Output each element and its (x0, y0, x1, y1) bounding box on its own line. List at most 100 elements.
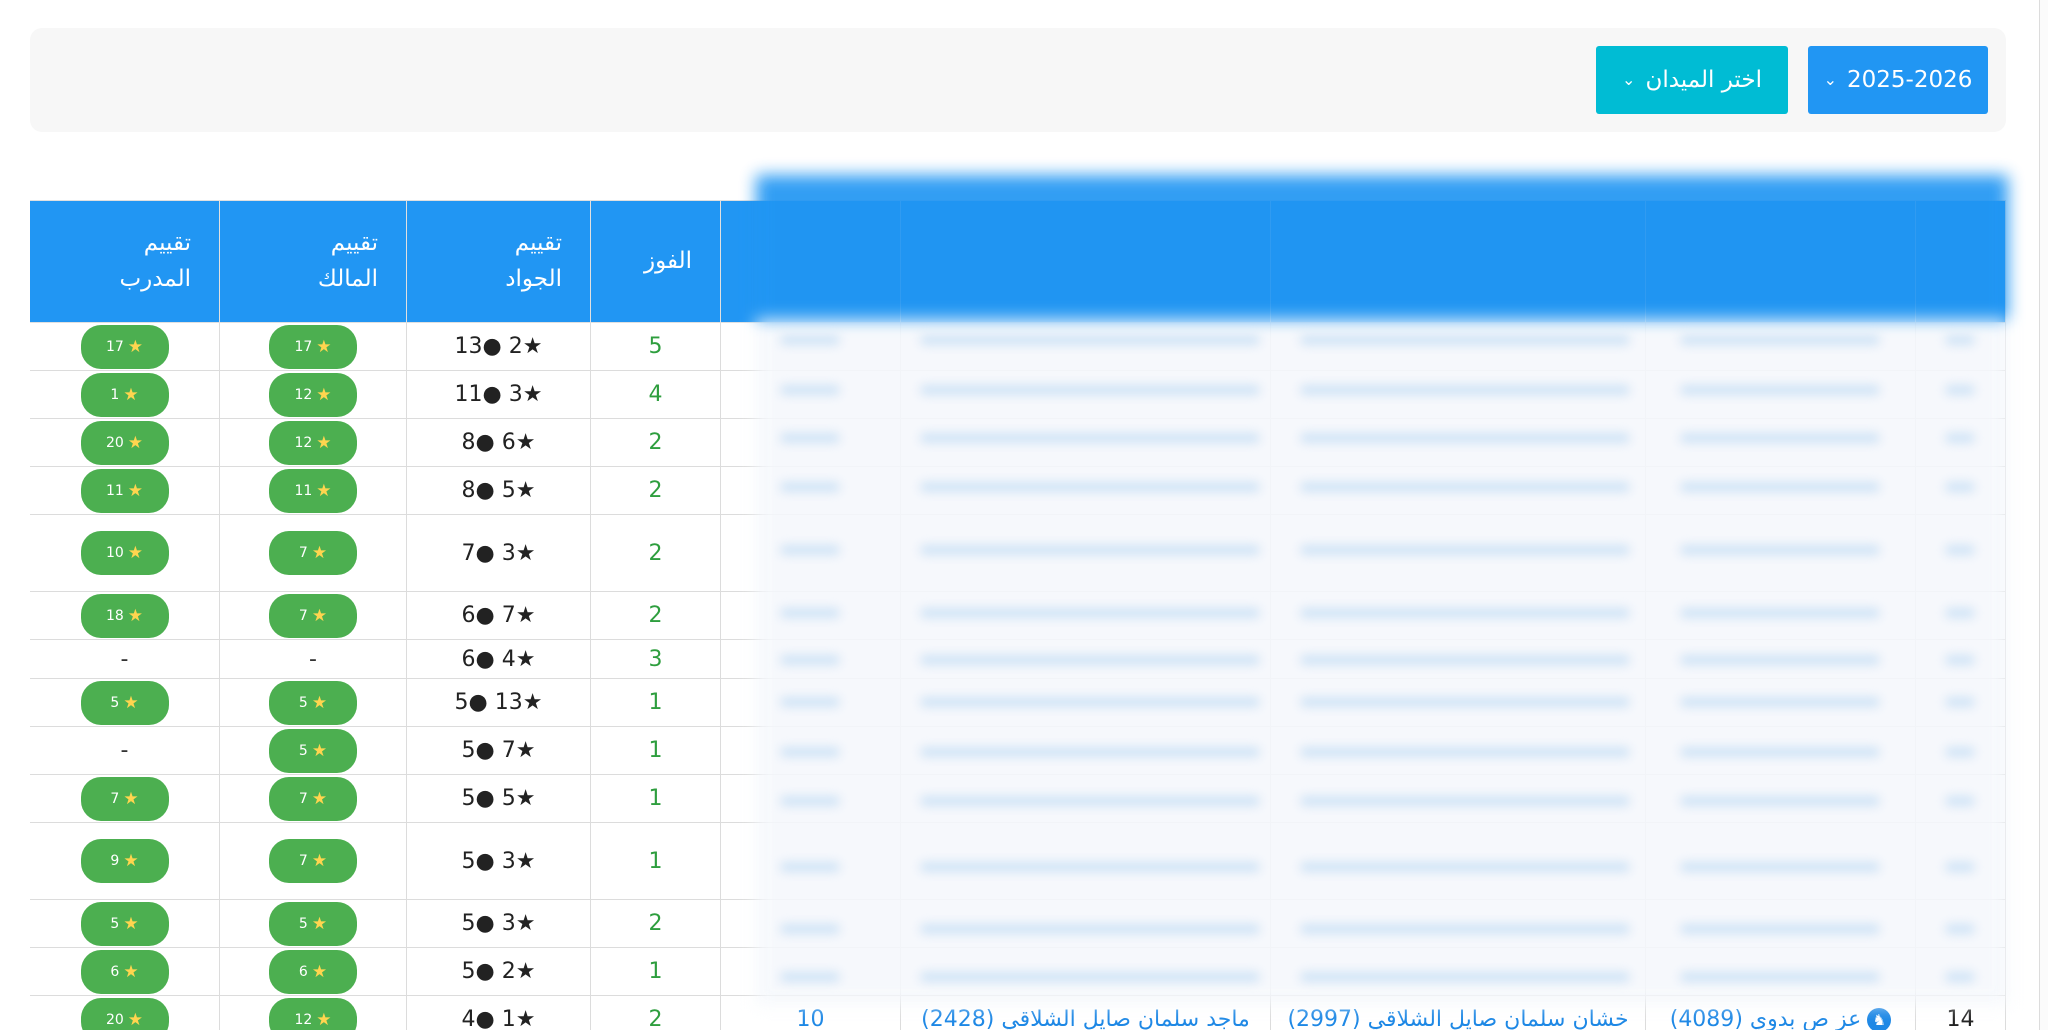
star-icon: ★ (311, 543, 328, 563)
wins-value: 1 (648, 690, 663, 715)
field-dropdown-button[interactable]: اختر الميدان ⌄ (1596, 46, 1788, 114)
rank-cell: 14 (1915, 995, 2006, 1030)
rating-value: 11 (105, 482, 124, 499)
blurred-text (780, 608, 840, 618)
rank-cell (1915, 822, 2006, 900)
wins-value: 4 (648, 382, 663, 407)
star-icon: ★ (311, 740, 328, 761)
rating-value: 10 (105, 545, 124, 561)
blurred-text (1945, 697, 1975, 707)
horse-rating-value: 6● 7★ (461, 603, 536, 628)
wins-value: 2 (648, 603, 663, 628)
trainer-rating-cell: 11 ★ (30, 466, 220, 515)
wins-cell: 2 (590, 466, 721, 515)
horse-profile-icon[interactable]: ♞ (1867, 1008, 1892, 1030)
blurred-text (1300, 924, 1630, 934)
horse-rating-cell: 11● 3★ (406, 370, 591, 419)
blurred-text (920, 433, 1260, 443)
horse-rating-cell: 5● 2★ (406, 947, 591, 996)
trainer-rating-badge: 9 ★ (80, 839, 169, 883)
owner-rating-cell: 12 ★ (219, 370, 407, 419)
horse-rating-value: 11● 3★ (454, 382, 543, 407)
empty-rating: - (309, 646, 317, 672)
blurred-text (780, 796, 840, 806)
trainer-cell[interactable]: ماجد سلمان صايل الشلاقي (2428) (900, 995, 1271, 1030)
blurred-text (1945, 655, 1975, 665)
horse-rating-value: 4● 1★ (461, 1007, 536, 1030)
trainer-rating-badge: 7 ★ (80, 776, 169, 821)
wins-value: 1 (648, 738, 663, 763)
blurred-text (1680, 697, 1880, 707)
wins-value: 2 (648, 430, 663, 455)
horse-cell (1645, 822, 1916, 900)
blurred-text (1680, 482, 1880, 492)
owner-cell[interactable]: خشان سلمان صايل الشلاقي (2997) (1270, 995, 1646, 1030)
rank-value: 14 (1946, 1007, 1975, 1030)
header-horse (1645, 200, 1916, 323)
header-runs (720, 200, 901, 323)
star-icon: ★ (311, 961, 328, 982)
horse-cell[interactable]: ♞عز ص بدوي (4089) (1645, 995, 1916, 1030)
horse-rating-cell: 8● 5★ (406, 466, 591, 515)
star-icon: ★ (311, 692, 328, 713)
wins-value: 2 (648, 540, 663, 566)
header-rank (1915, 200, 2006, 323)
blurred-text (780, 433, 840, 443)
blurred-text (1680, 862, 1880, 872)
blurred-text (1680, 335, 1880, 345)
wins-cell: 1 (590, 822, 721, 900)
scrollbar-track[interactable] (2039, 0, 2048, 1030)
star-icon: ★ (123, 788, 139, 809)
star-icon: ★ (127, 480, 144, 501)
chevron-down-icon: ⌄ (1622, 70, 1636, 89)
star-icon: ★ (311, 605, 328, 626)
trainer-rating-cell: 1 ★ (30, 370, 220, 419)
blurred-text (1680, 608, 1880, 618)
star-icon: ★ (316, 336, 332, 357)
blurred-text (920, 862, 1260, 872)
field-label: اختر الميدان (1645, 67, 1762, 93)
wins-value: 3 (648, 646, 663, 672)
owner-cell (1270, 322, 1646, 371)
header-owner (1270, 200, 1646, 323)
rating-value: 5 (298, 915, 308, 932)
wins-cell: 5 (590, 322, 721, 371)
trainer-rating-cell: 20 ★ (30, 418, 220, 467)
trainer-rating-cell: 20 ★ (30, 995, 220, 1030)
star-icon: ★ (123, 961, 139, 982)
rating-value: 5 (298, 694, 308, 711)
horse-rating-cell: 5● 13★ (406, 678, 591, 727)
star-icon: ★ (316, 480, 332, 501)
trainer-cell (900, 822, 1271, 900)
blurred-text (1300, 335, 1630, 345)
owner-rating-cell: 5 ★ (219, 678, 407, 727)
owner-rating-badge: 7 ★ (269, 776, 357, 821)
blurred-text (1300, 972, 1630, 982)
trainer-rating-cell: 5 ★ (30, 678, 220, 727)
wins-value: 1 (648, 959, 663, 984)
blurred-text (1680, 747, 1880, 757)
runs-cell: 10 (720, 995, 901, 1030)
star-icon: ★ (311, 851, 328, 871)
owner-rating-cell: 5 ★ (219, 726, 407, 775)
horse-rating-cell: 5● 5★ (406, 774, 591, 823)
wins-cell: 1 (590, 774, 721, 823)
wins-value: 2 (648, 1007, 663, 1030)
horse-cell (1645, 322, 1916, 371)
rating-value: 5 (110, 915, 120, 932)
trainer-rating-badge: 18 ★ (80, 593, 169, 638)
horse-rating-value: 6● 4★ (461, 646, 536, 672)
header-trainer-rating: تقييم المدرب (30, 200, 220, 323)
rank-cell (1915, 322, 2006, 371)
rating-value: 12 (294, 1011, 313, 1028)
blurred-text (1680, 796, 1880, 806)
season-dropdown-button[interactable]: 2025-2026 ⌄ (1808, 46, 1988, 114)
rating-value: 11 (294, 482, 313, 499)
owner-rating-cell: 7 ★ (219, 591, 407, 640)
rating-value: 7 (298, 790, 308, 807)
blurred-text (780, 655, 840, 665)
blurred-text (780, 385, 840, 395)
blurred-text (1945, 747, 1975, 757)
rating-value: 7 (298, 607, 308, 624)
blurred-text (1945, 972, 1975, 982)
